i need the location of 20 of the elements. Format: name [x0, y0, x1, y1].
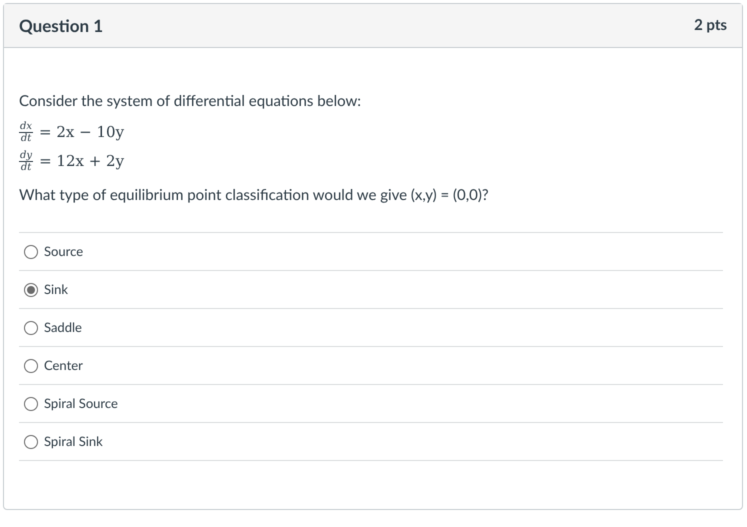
points-label: 2 pts: [694, 15, 727, 36]
question-prompt: What type of equilibrium point classification would we give (x,y) = (0,0)?: [19, 185, 490, 205]
radio-button[interactable]: [24, 282, 38, 296]
question-intro: Consider the system of differential equations below:: [19, 91, 362, 111]
equation-rhs: = 2x − 10y: [39, 122, 124, 144]
equation-rhs: = 12x + 2y: [39, 151, 124, 172]
radio-button[interactable]: [24, 396, 38, 410]
answer-label: Spiral Source: [44, 394, 118, 413]
answer-label: Saddle: [44, 318, 82, 337]
answer-label: Sink: [44, 280, 68, 299]
answer-label: Spiral Sink: [44, 432, 103, 451]
fraction: dx dt: [19, 121, 34, 144]
answer-label: Center: [44, 356, 83, 375]
answer-label: Source: [44, 242, 84, 261]
fraction: dy dt: [19, 150, 34, 173]
radio-button[interactable]: [24, 320, 38, 334]
radio-button[interactable]: [24, 358, 38, 372]
question-title: Question 1: [19, 14, 104, 38]
radio-button[interactable]: [24, 434, 38, 448]
radio-button[interactable]: [24, 244, 38, 258]
